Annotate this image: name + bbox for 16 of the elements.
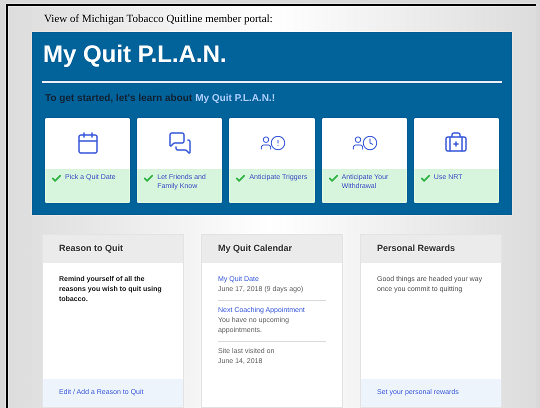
banner-title: My Quit P.L.A.N. [42, 40, 228, 70]
card-title: Reason to Quit [43, 234, 183, 262]
intro-text: To get started, let's learn about [45, 92, 192, 106]
check-icon [51, 172, 62, 184]
calendar-icon [76, 131, 100, 155]
check-icon [235, 172, 246, 184]
check-icon [328, 172, 339, 184]
person-clock-icon [350, 135, 378, 151]
check-icon [420, 172, 431, 184]
chat-bubbles-icon [168, 131, 192, 155]
caption: View of Michigan Tobacco Quitline member portal: [43, 12, 274, 27]
plan-link[interactable]: My Quit P.L.A.N.! [195, 90, 276, 106]
card-title: My Quit Calendar [202, 234, 342, 262]
medical-kit-icon [444, 131, 468, 155]
check-icon [143, 172, 154, 184]
card-title: Personal Rewards [361, 234, 501, 262]
